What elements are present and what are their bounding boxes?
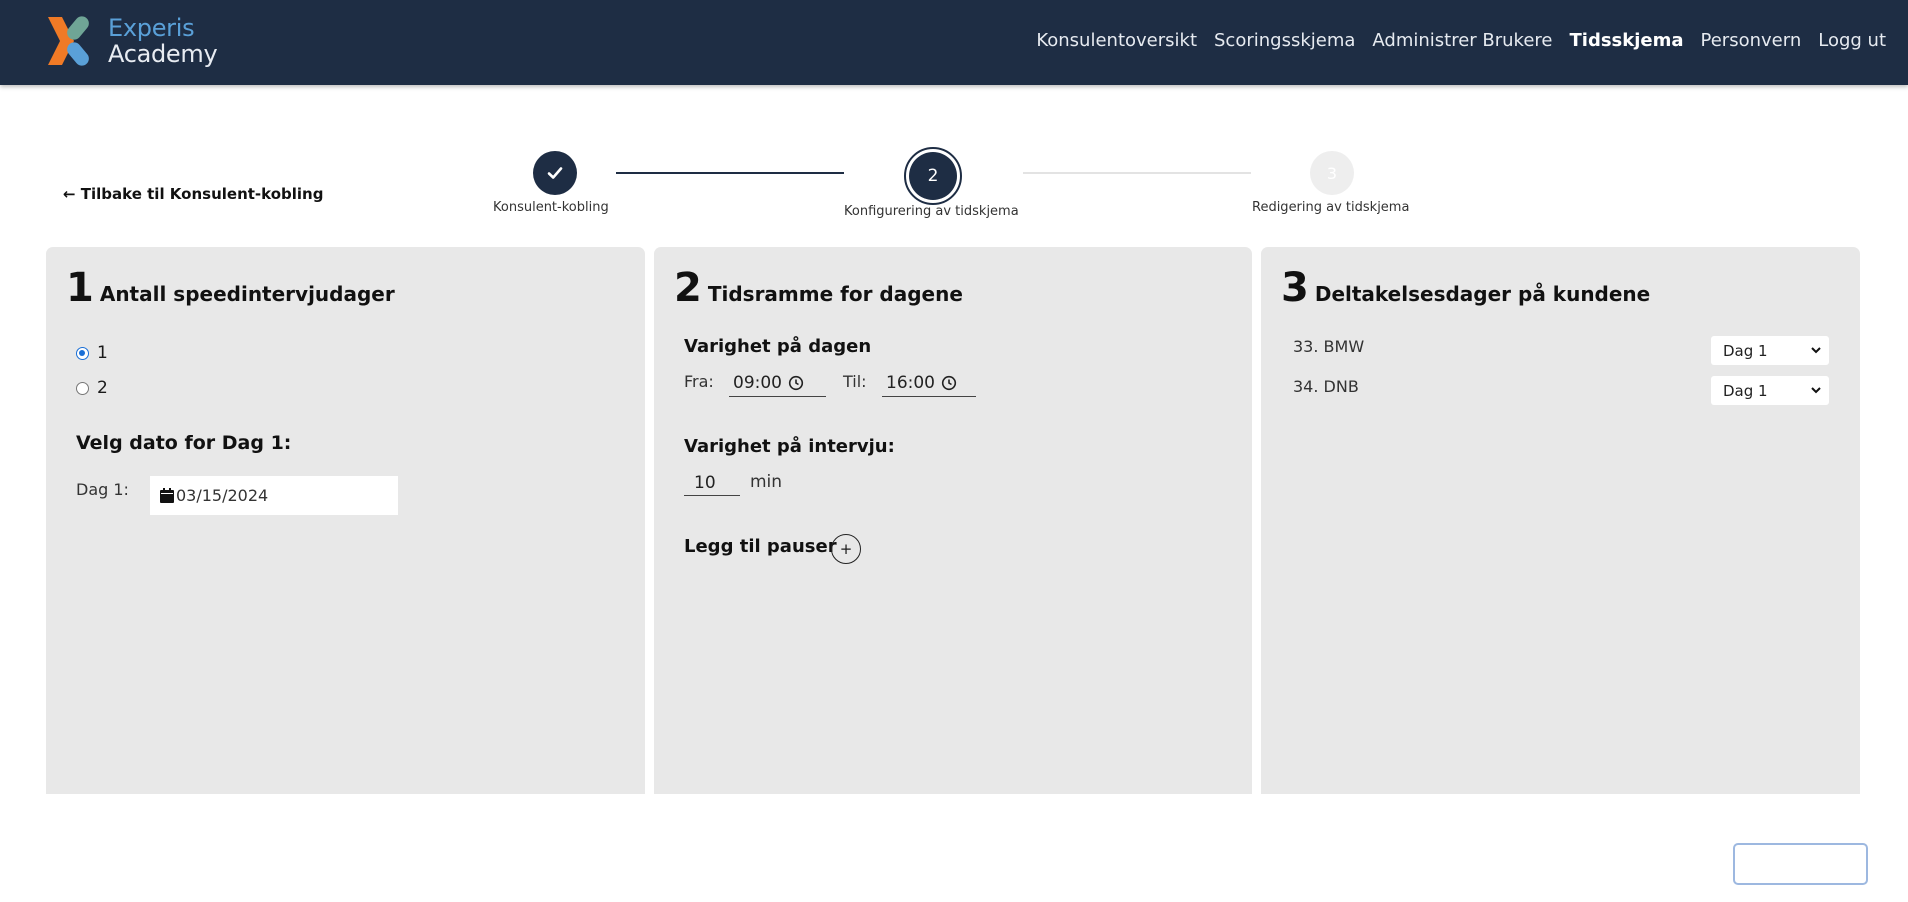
day-1-date-input[interactable]: 03/15/2024 <box>150 476 398 515</box>
panel-2-number: 2 <box>674 265 702 311</box>
clock-icon <box>788 375 804 390</box>
panel-interview-days: 1 Antall speedintervjudager 1 2 Velg dat… <box>46 247 645 794</box>
customer-day-select-bmw[interactable]: Dag 1 <box>1711 336 1829 365</box>
to-label: Til: <box>843 372 867 391</box>
date-heading: Velg dato for Dag 1: <box>76 432 292 454</box>
chevron-down-icon <box>1811 387 1821 394</box>
top-navigation-bar: Experis Academy Konsulentoversikt Scorin… <box>0 0 1908 85</box>
logo-text: Experis Academy <box>108 14 218 68</box>
to-time-value: 16:00 <box>886 372 935 393</box>
customer-label-bmw: 33. BMW <box>1293 337 1365 356</box>
panel-3-number: 3 <box>1281 265 1309 311</box>
interview-unit: min <box>750 472 783 492</box>
panel-time-frame: 2 Tidsramme for dagene Varighet på dagen… <box>654 247 1252 794</box>
step-connector-2 <box>1023 172 1251 174</box>
step-connector-1 <box>616 172 844 174</box>
interview-duration-heading: Varighet på intervju: <box>684 436 895 457</box>
calendar-icon <box>160 488 174 503</box>
radio-label-1: 1 <box>97 343 108 363</box>
to-time-input[interactable]: 16:00 <box>882 369 976 397</box>
panel-1-title: 1 Antall speedintervjudager <box>66 265 395 311</box>
radio-option-2[interactable]: 2 <box>76 378 108 398</box>
customer-day-select-dnb[interactable]: Dag 1 <box>1711 376 1829 405</box>
panel-customer-days: 3 Deltakelsesdager på kundene 33. BMW Da… <box>1261 247 1860 794</box>
add-breaks-label: Legg til pauser <box>684 536 837 557</box>
radio-label-2: 2 <box>97 378 108 398</box>
from-time-input[interactable]: 09:00 <box>729 369 826 397</box>
chevron-down-icon <box>1811 347 1821 354</box>
day-1-label: Dag 1: <box>76 480 129 499</box>
nav-tidsskjema[interactable]: Tidsskjema <box>1570 30 1684 51</box>
panel-3-heading: Deltakelsesdager på kundene <box>1314 282 1651 306</box>
step-2-number: 2 <box>909 152 957 200</box>
nav-logg-ut[interactable]: Logg ut <box>1818 30 1886 51</box>
select-value: Dag 1 <box>1723 381 1768 400</box>
radio-button-1[interactable] <box>76 346 89 360</box>
logo-mark-icon <box>48 16 89 66</box>
step-1-circle <box>533 151 577 195</box>
step-1-label: Konsulent-kobling <box>493 200 609 215</box>
check-icon <box>547 167 563 179</box>
radio-button-2[interactable] <box>76 381 89 395</box>
from-time-value: 09:00 <box>733 372 782 393</box>
add-break-button[interactable]: + <box>831 534 861 564</box>
day-1-date-value: 03/15/2024 <box>176 486 269 505</box>
panel-1-number: 1 <box>66 265 94 311</box>
logo-line-2: Academy <box>108 40 218 68</box>
radio-option-1[interactable]: 1 <box>76 343 108 363</box>
next-button[interactable] <box>1733 843 1868 885</box>
logo-line-1: Experis <box>108 14 195 42</box>
select-value: Dag 1 <box>1723 341 1768 360</box>
back-link[interactable]: ← Tilbake til Konsulent-kobling <box>63 185 323 203</box>
from-label: Fra: <box>684 372 714 391</box>
panel-2-title: 2 Tidsramme for dagene <box>674 265 963 311</box>
nav-personvern[interactable]: Personvern <box>1701 30 1802 51</box>
nav-administrer-brukere[interactable]: Administrer Brukere <box>1372 30 1552 51</box>
step-2-circle: 2 <box>904 147 962 205</box>
interview-duration-input[interactable]: 10 <box>684 470 740 496</box>
panel-1-heading: Antall speedintervjudager <box>99 282 395 306</box>
step-3-label: Redigering av tidskjema <box>1252 200 1410 215</box>
customer-label-dnb: 34. DNB <box>1293 377 1359 396</box>
day-duration-heading: Varighet på dagen <box>684 336 872 357</box>
main-nav: Konsulentoversikt Scoringsskjema Adminis… <box>1036 30 1886 51</box>
step-3-circle: 3 <box>1310 151 1354 195</box>
clock-icon <box>941 375 957 390</box>
nav-konsulentoversikt[interactable]: Konsulentoversikt <box>1036 30 1197 51</box>
panel-3-title: 3 Deltakelsesdager på kundene <box>1281 265 1650 311</box>
panel-2-heading: Tidsramme for dagene <box>707 282 963 306</box>
experis-academy-logo[interactable]: Experis Academy <box>44 13 274 73</box>
nav-scoringsskjema[interactable]: Scoringsskjema <box>1214 30 1355 51</box>
step-2-label: Konfigurering av tidskjema <box>844 204 1019 219</box>
